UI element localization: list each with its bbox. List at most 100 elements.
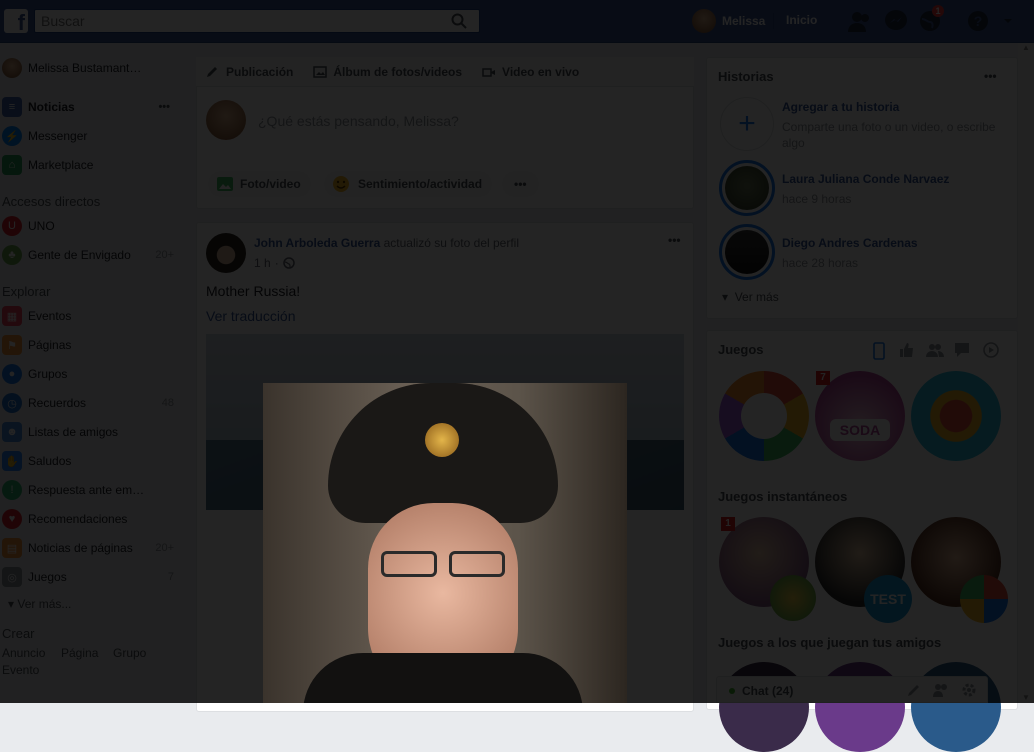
sidebar-item-friend-lists[interactable]: ☻ Listas de amigos [0, 421, 180, 443]
sidebar-item-crisis-response[interactable]: ! Respuesta ante em… [0, 479, 180, 501]
games-heading: Juegos [718, 342, 764, 357]
sidebar-item-groups[interactable]: ● Grupos [0, 363, 180, 385]
more-options-button[interactable]: ••• [502, 171, 539, 197]
game-trivia-crack[interactable] [719, 371, 809, 461]
game-icon [960, 575, 1008, 623]
stories-heading: Historias [718, 69, 774, 84]
mobile-phone-icon[interactable] [872, 342, 886, 360]
home-link[interactable]: Inicio [786, 13, 817, 27]
scroll-down-arrow-icon[interactable]: ▼ [1022, 693, 1030, 702]
compose-icon[interactable] [907, 683, 921, 697]
photo-video-button[interactable]: Foto/video [208, 171, 311, 197]
button-label: Sentimiento/actividad [358, 177, 483, 191]
create-ad-link[interactable]: Anuncio [2, 646, 45, 660]
globe-privacy-icon[interactable] [282, 257, 295, 269]
sidebar-item-profile[interactable]: Melissa Bustamant… [0, 57, 180, 79]
avatar[interactable] [206, 233, 246, 273]
game-candy-crush-jelly[interactable] [911, 371, 1001, 461]
sidebar-item-label: Juegos [28, 570, 67, 584]
avatar [692, 9, 716, 33]
scroll-up-arrow-icon[interactable]: ▲ [1022, 43, 1030, 52]
see-more-label: Ver más... [17, 597, 72, 611]
see-more-label: Ver más [734, 290, 779, 304]
composer-tabs: Publicación Álbum de fotos/videos Video … [196, 57, 694, 87]
see-more-link[interactable]: ▾ Ver más... [8, 597, 71, 611]
thumbs-up-icon[interactable] [898, 342, 914, 358]
chevron-down-icon: ▾ [722, 290, 735, 304]
test-game-icon: TEST [864, 575, 912, 623]
help-icon[interactable]: ? [966, 10, 990, 32]
game-face-icon [741, 393, 787, 439]
account-menu-chevron-down-icon[interactable] [1002, 10, 1014, 32]
composer-input[interactable]: ¿Qué estás pensando, Melissa? [258, 113, 459, 129]
story-avatar[interactable] [719, 224, 775, 280]
sidebar-item-uno[interactable]: U UNO [0, 215, 180, 237]
hat-badge-icon [425, 423, 459, 457]
chat-label: Chat (24) [742, 684, 794, 698]
sidebar-item-messenger[interactable]: ⚡ Messenger [0, 125, 180, 147]
profile-name: Melissa [722, 14, 766, 28]
tab-label: Publicación [226, 64, 294, 79]
sidebar-item-pages-feed[interactable]: ▤ Noticias de páginas 20+ [0, 537, 180, 559]
sidebar-item-marketplace[interactable]: ⌂ Marketplace [0, 154, 180, 176]
sidebar-item-label: Melissa Bustamant… [28, 61, 142, 75]
story-avatar[interactable] [719, 160, 775, 216]
sidebar-item-label: Marketplace [28, 158, 94, 172]
group-tree-icon: ♣ [2, 245, 22, 265]
sidebar-item-games[interactable]: ◎ Juegos 7 [0, 566, 180, 588]
friend-requests-icon[interactable] [848, 10, 872, 32]
profile-link[interactable]: Melissa [692, 9, 765, 33]
sidebar-item-events[interactable]: ▦ Eventos [0, 305, 180, 327]
stories-see-more-link[interactable]: ▾ Ver más [722, 290, 779, 304]
stories-options-button[interactable]: ••• [984, 69, 997, 83]
more-options-icon[interactable]: ••• [158, 101, 170, 113]
button-label: Foto/video [240, 177, 301, 191]
feeling-activity-button[interactable]: Sentimiento/actividad [324, 171, 493, 197]
messenger-icon[interactable] [884, 10, 908, 32]
new-group-icon[interactable] [933, 683, 949, 697]
story-name[interactable]: Laura Juliana Conde Narvaez [782, 172, 949, 186]
post-timestamp[interactable]: 1 h [254, 256, 271, 270]
create-page-link[interactable]: Página [61, 646, 98, 660]
create-group-link[interactable]: Grupo [113, 646, 146, 660]
search-input[interactable] [35, 10, 435, 32]
post-header: John Arboleda Guerra actualizó su foto d… [254, 236, 519, 250]
search-box[interactable] [34, 9, 480, 33]
tab-label: Álbum de fotos/videos [333, 64, 463, 79]
recommendations-icon: ♥ [2, 509, 22, 529]
post-options-button[interactable]: ••• [668, 233, 681, 247]
pencil-icon [207, 66, 217, 77]
sidebar-item-memories[interactable]: ◷ Recuerdos 48 [0, 392, 180, 414]
sidebar-item-label: Noticias [28, 100, 75, 114]
photo-viewer[interactable] [263, 383, 627, 703]
translate-link[interactable]: Ver traducción [206, 308, 296, 324]
sidebar-item-gente-de-envigado[interactable]: ♣ Gente de Envigado 20+ [0, 244, 180, 266]
add-story-subtitle: Comparte una foto o un video, o escribe … [782, 120, 996, 150]
add-story-plus-icon[interactable]: + [720, 97, 774, 151]
post-author-link[interactable]: John Arboleda Guerra [254, 236, 380, 250]
tab-live-video[interactable]: Video en vivo [482, 65, 579, 79]
create-event-link[interactable]: Evento [2, 663, 39, 677]
sidebar-item-label: Recuerdos [28, 396, 87, 410]
sidebar-item-pokes[interactable]: ✋ Saludos [0, 450, 180, 472]
facebook-logo-icon[interactable]: f [4, 9, 28, 35]
chat-bubble-icon[interactable] [954, 342, 970, 358]
friends-icon[interactable] [926, 343, 944, 357]
search-icon[interactable] [451, 13, 467, 29]
sidebar-item-pages[interactable]: ⚑ Páginas [0, 334, 180, 356]
svg-text:?: ? [974, 13, 983, 29]
item-count: 7 [167, 571, 174, 583]
sidebar-item-label: Saludos [28, 454, 72, 468]
gear-icon[interactable] [961, 682, 977, 698]
sidebar-item-recommendations[interactable]: ♥ Recomendaciones [0, 508, 180, 530]
chat-bar[interactable]: Chat (24) [716, 676, 988, 703]
instant-games-icon[interactable] [983, 342, 999, 358]
add-story-title[interactable]: Agregar a tu historia [782, 100, 899, 114]
tab-post[interactable]: Publicación [206, 65, 293, 79]
friends-list-icon: ☻ [2, 422, 22, 442]
tab-photo-album[interactable]: Álbum de fotos/videos [313, 65, 462, 79]
marketplace-icon: ⌂ [2, 155, 22, 175]
story-name[interactable]: Diego Andres Cardenas [782, 236, 918, 250]
page-scrollbar[interactable]: ▲ ▼ [1018, 43, 1034, 703]
sidebar-item-news[interactable]: ≡ Noticias ••• [0, 96, 180, 118]
